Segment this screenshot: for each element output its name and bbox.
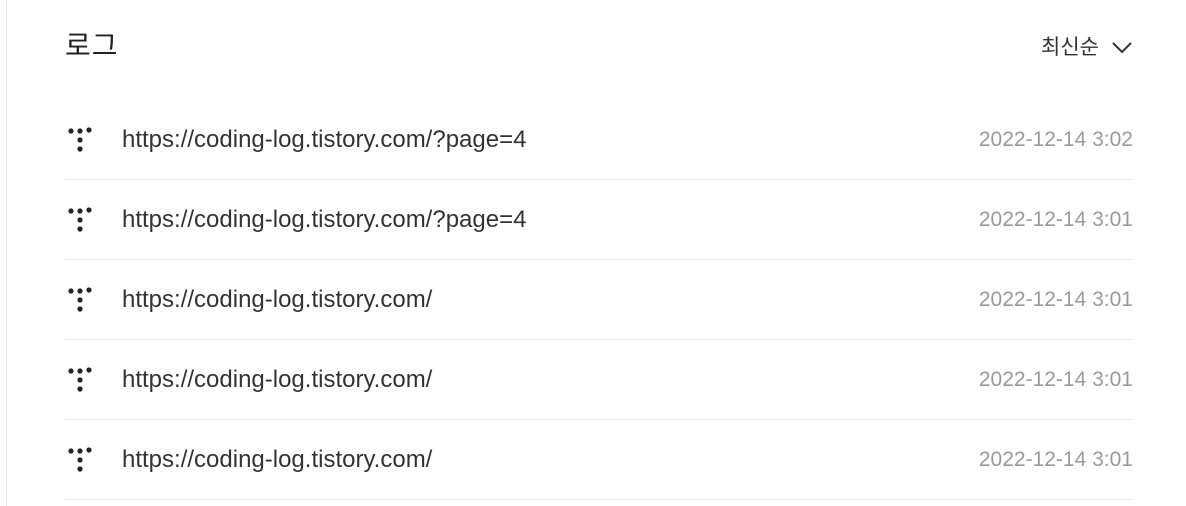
log-row[interactable]: https://coding-log.tistory.com/?page=4 2… [65, 180, 1133, 260]
log-time: 2022-12-14 3:02 [978, 127, 1133, 151]
log-time: 2022-12-14 3:01 [978, 207, 1133, 231]
page-title: 로그 [65, 29, 119, 62]
referrer-dots-icon [67, 366, 93, 393]
referrer-dots-icon [67, 206, 93, 233]
log-list: https://coding-log.tistory.com/?page=4 2… [65, 100, 1133, 500]
log-row[interactable]: https://coding-log.tistory.com/?page=4 2… [65, 100, 1133, 180]
log-row[interactable]: https://coding-log.tistory.com/ 2022-12-… [65, 260, 1133, 340]
log-url: https://coding-log.tistory.com/?page=4 [122, 205, 527, 233]
chevron-down-icon [1111, 36, 1133, 58]
referrer-dots-icon [67, 286, 93, 313]
log-time: 2022-12-14 3:01 [978, 447, 1133, 471]
log-row[interactable]: https://coding-log.tistory.com/ 2022-12-… [65, 340, 1133, 420]
log-url: https://coding-log.tistory.com/ [122, 365, 433, 393]
referrer-dots-icon [67, 126, 93, 153]
log-time: 2022-12-14 3:01 [978, 367, 1133, 391]
log-url: https://coding-log.tistory.com/?page=4 [122, 125, 527, 153]
referrer-dots-icon [67, 446, 93, 473]
log-section: 로그 최신순 https://coding-log.tistory.com/?p… [65, 0, 1133, 500]
sort-label: 최신순 [1041, 35, 1099, 59]
sort-dropdown[interactable]: 최신순 [1041, 30, 1133, 64]
log-url: https://coding-log.tistory.com/ [122, 445, 433, 473]
log-panel: 로그 최신순 https://coding-log.tistory.com/?p… [0, 0, 1186, 506]
log-time: 2022-12-14 3:01 [978, 287, 1133, 311]
panel-left-border [6, 0, 7, 506]
log-header: 로그 최신순 [65, 0, 1133, 100]
log-url: https://coding-log.tistory.com/ [122, 285, 433, 313]
log-row[interactable]: https://coding-log.tistory.com/ 2022-12-… [65, 420, 1133, 500]
